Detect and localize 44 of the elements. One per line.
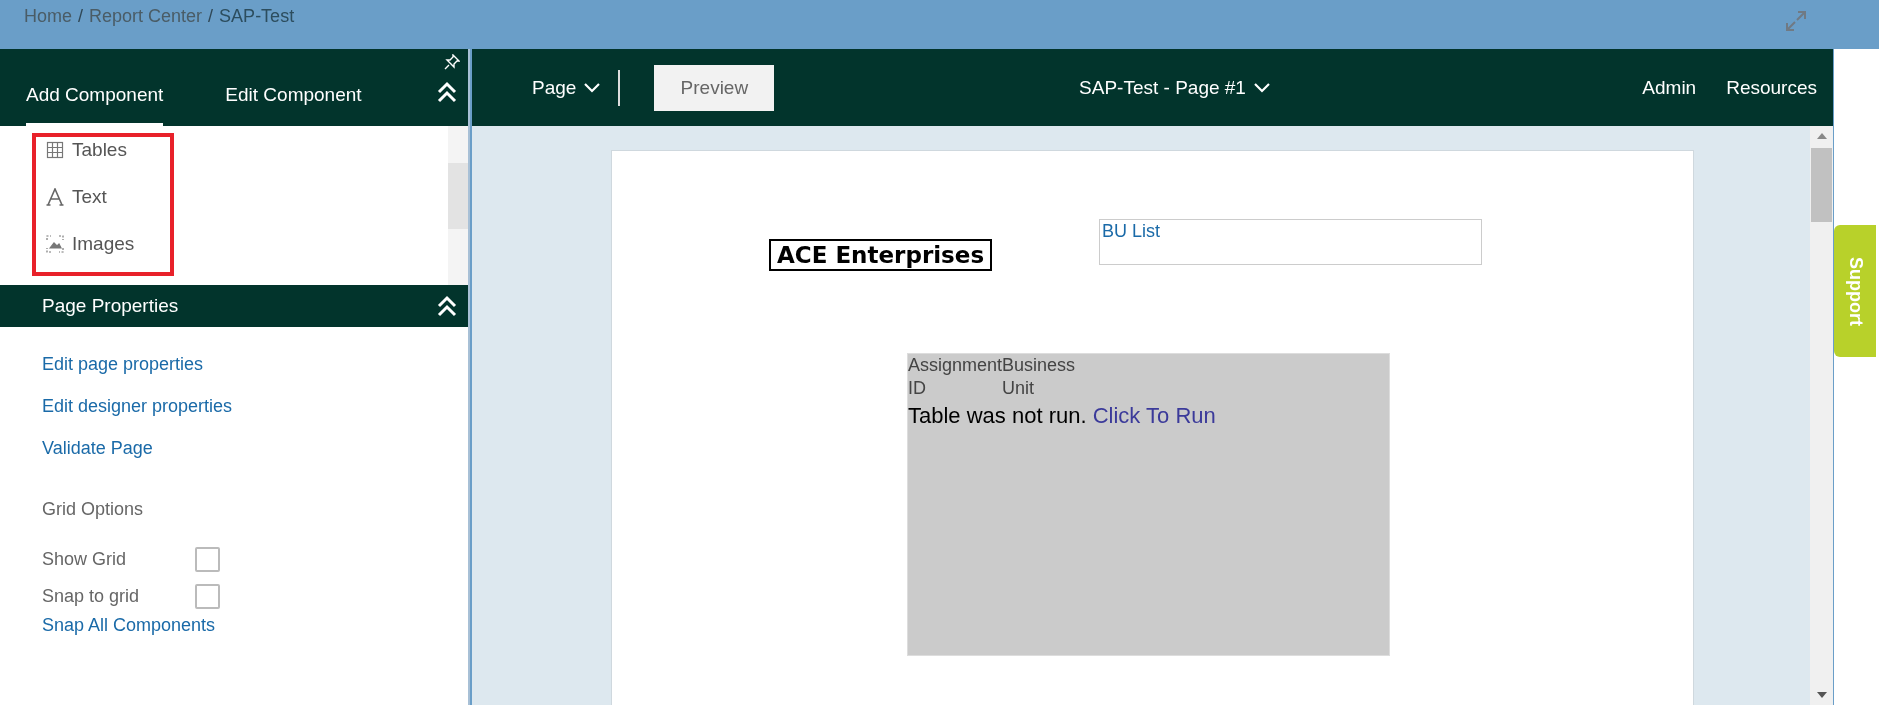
scrollbar[interactable]: [448, 126, 468, 285]
image-icon: [46, 234, 64, 253]
property-link[interactable]: Validate Page: [42, 438, 153, 480]
chevron-down-icon: [1253, 82, 1270, 93]
panel-tab[interactable]: Add Component: [26, 84, 164, 126]
table-message: Table was not run.: [908, 403, 1087, 428]
scrollbar[interactable]: [1810, 126, 1833, 705]
option-label: Show Grid: [42, 549, 128, 570]
breadcrumb-separator: /: [78, 6, 84, 27]
preview-button[interactable]: Preview: [654, 64, 775, 111]
expand-icon[interactable]: [1785, 10, 1807, 32]
snap-all-link[interactable]: Snap All Components: [42, 615, 216, 657]
property-link[interactable]: Edit page properties: [42, 354, 204, 396]
column-header: Business Unit: [1002, 354, 1076, 400]
table-component[interactable]: Assignment ID Business Unit Table was not run. Click To Run: [907, 353, 1390, 656]
breadcrumb-current: SAP-Test: [219, 6, 295, 27]
nav-link[interactable]: Resources: [1726, 76, 1817, 99]
checkbox[interactable]: [195, 547, 220, 572]
property-link[interactable]: Edit designer properties: [42, 396, 233, 438]
page-menu[interactable]: Page: [532, 76, 601, 99]
breadcrumb-separator: /: [208, 6, 214, 27]
nav-link[interactable]: Admin: [1642, 76, 1697, 99]
letter-icon: [46, 187, 64, 206]
chevron-down-icon: [584, 82, 601, 93]
grid-options-label: Grid Options: [42, 499, 144, 521]
collapse-icon[interactable]: [436, 295, 458, 317]
run-link[interactable]: Click To Run: [1092, 403, 1216, 428]
pin-icon[interactable]: [444, 54, 460, 70]
scroll-up-icon[interactable]: [1815, 132, 1828, 140]
report-title[interactable]: ACE Enterprises: [769, 239, 993, 271]
component-item[interactable]: Tables: [46, 136, 448, 163]
grid-table-icon: [46, 140, 64, 159]
component-item[interactable]: Text: [46, 183, 448, 210]
component-item[interactable]: Images: [46, 230, 448, 257]
scroll-down-icon[interactable]: [1815, 691, 1828, 699]
panel-tab[interactable]: Edit Component: [225, 84, 362, 126]
section-title: Page Properties: [42, 295, 179, 317]
option-label: Snap to grid: [42, 586, 141, 607]
page-selector[interactable]: SAP-Test - Page #1: [1079, 76, 1270, 99]
scrollbar-thumb[interactable]: [1811, 148, 1832, 222]
checkbox[interactable]: [195, 584, 220, 609]
collapse-icon[interactable]: [436, 81, 458, 103]
list-component[interactable]: BU List: [1099, 219, 1482, 265]
column-header: Assignment ID: [908, 354, 1003, 400]
